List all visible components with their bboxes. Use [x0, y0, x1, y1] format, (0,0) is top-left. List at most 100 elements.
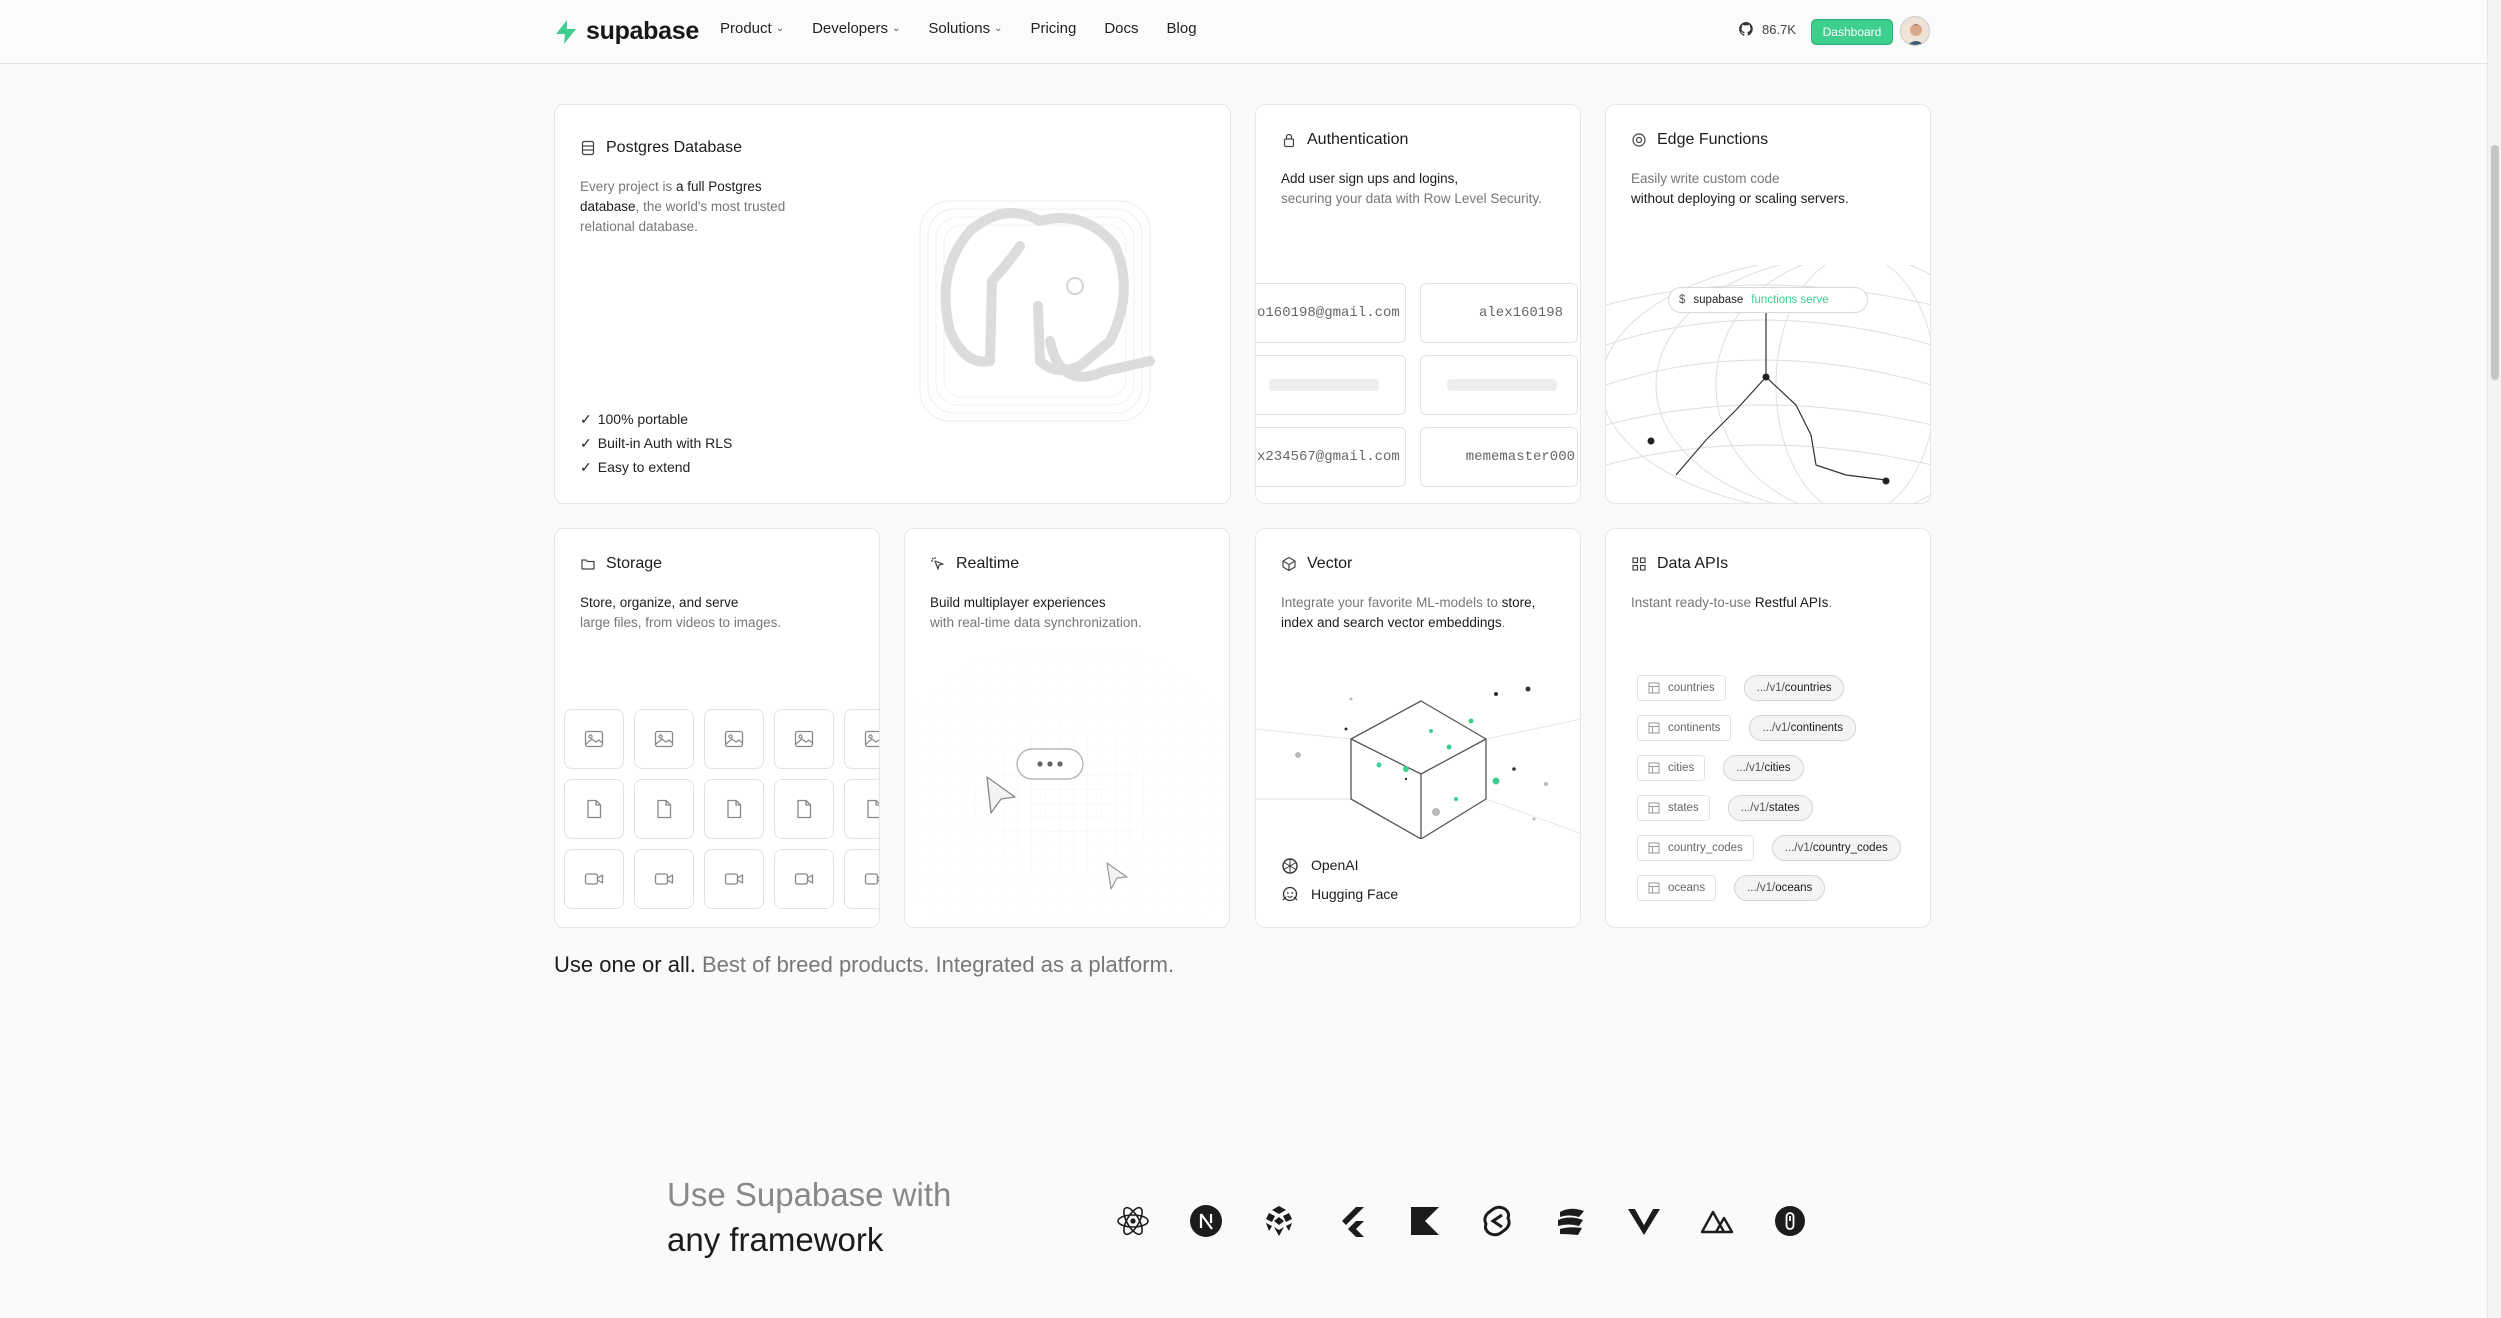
flutter-icon[interactable]	[1334, 1203, 1370, 1239]
api-row: cities .../v1/cities	[1606, 755, 1930, 781]
api-endpoint-name: continents	[1790, 722, 1843, 734]
card-vector[interactable]: Vector Integrate your favorite ML-models…	[1255, 528, 1581, 928]
api-icon	[1632, 557, 1646, 571]
desc-highlight: without deploying or scaling servers.	[1631, 191, 1849, 206]
card-storage[interactable]: Storage Store, organize, and serve large…	[554, 528, 880, 928]
redwood-icon[interactable]	[1261, 1203, 1297, 1239]
api-endpoint-pill: .../v1/states	[1727, 795, 1813, 821]
file-icon	[797, 799, 812, 819]
realtime-cursor-icon	[931, 557, 944, 570]
card-authentication[interactable]: Authentication Add user sign ups and log…	[1255, 104, 1581, 504]
storage-file-tile	[844, 779, 879, 839]
api-endpoint-pill: .../v1/continents	[1749, 715, 1856, 741]
edge-command-pill: $ supabase functions serve	[1668, 287, 1868, 313]
card-edge-title: Edge Functions	[1657, 131, 1769, 148]
image-icon	[584, 730, 604, 748]
react-icon[interactable]	[1115, 1203, 1151, 1239]
nav-solutions[interactable]: Solutions ⌄	[928, 20, 1002, 37]
avatar-image	[1901, 17, 1929, 45]
provider-item: OpenAI	[1281, 851, 1398, 880]
desc-part: , the world's most trusted	[635, 199, 786, 214]
nuxt-icon[interactable]	[1699, 1203, 1735, 1239]
desc-part: large files, from videos to images.	[580, 615, 782, 630]
table-icon	[1648, 682, 1660, 694]
top-nav: supabase Product ⌄ Developers ⌄ Solutions ⌄…	[0, 0, 2487, 64]
api-row: country_codes .../v1/country_codes	[1606, 835, 1930, 861]
desc-part: securing your data with Row Level Securi…	[1281, 191, 1542, 206]
card-vector-title: Vector	[1307, 555, 1353, 572]
card-postgres-desc: Every project is a full Postgres databas…	[580, 177, 820, 237]
card-postgres[interactable]: Postgres Database Every project is a ful…	[554, 104, 1231, 504]
provider-label: OpenAI	[1311, 857, 1359, 873]
tagline-strong: Use one or all.	[554, 952, 696, 977]
vue-icon[interactable]	[1626, 1203, 1662, 1239]
desc-highlight: a full Postgres	[676, 179, 762, 194]
video-icon	[794, 873, 814, 885]
video-icon	[654, 873, 674, 885]
storage-file-tile	[564, 779, 624, 839]
card-edge-functions[interactable]: Edge Functions Easily write custom code …	[1605, 104, 1931, 504]
api-table-name: cities	[1668, 762, 1695, 774]
api-endpoint-pill: .../v1/oceans	[1734, 875, 1826, 901]
card-data-apis[interactable]: Data APIs Instant ready-to-use Restful A…	[1605, 528, 1931, 928]
nav-pricing[interactable]: Pricing	[1030, 20, 1076, 37]
tagline-rest: Best of breed products. Integrated as a …	[695, 952, 1175, 977]
nextjs-logo	[1190, 1205, 1222, 1237]
api-endpoint-pill: .../v1/cities	[1723, 755, 1804, 781]
table-icon	[1648, 802, 1660, 814]
api-table-name: continents	[1668, 722, 1721, 734]
image-icon	[794, 730, 814, 748]
vector-cube-illustration	[1256, 686, 1580, 839]
api-endpoint-prefix: .../v1/	[1736, 762, 1765, 774]
auth-user-email: x234567@gmail.com	[1256, 427, 1406, 487]
redwood-logo	[1266, 1206, 1292, 1236]
card-realtime[interactable]: Realtime Build multiplayer experiences w…	[904, 528, 1230, 928]
dashboard-button[interactable]: Dashboard	[1811, 19, 1893, 45]
folder-icon	[581, 559, 595, 570]
nav-blog[interactable]: Blog	[1167, 20, 1197, 37]
card-auth-title: Authentication	[1307, 131, 1409, 148]
cmd-name: supabase	[1693, 294, 1744, 306]
scrollbar-thumb[interactable]	[2491, 145, 2499, 380]
vue-logo	[1628, 1209, 1660, 1235]
api-endpoint-name: cities	[1764, 762, 1791, 774]
refine-icon[interactable]	[1772, 1203, 1808, 1239]
cmd-prefix: $	[1679, 294, 1686, 306]
svelte-icon[interactable]	[1480, 1203, 1516, 1239]
card-apis-desc: Instant ready-to-use Restful APIs.	[1631, 593, 1930, 613]
postgres-elephant-illustration	[919, 200, 1155, 422]
api-endpoint-pill: .../v1/country_codes	[1771, 835, 1901, 861]
card-apis-title: Data APIs	[1657, 555, 1729, 572]
api-table-chip: oceans	[1637, 875, 1717, 901]
storage-video-tile	[564, 849, 624, 909]
nav-developers-label: Developers	[812, 20, 888, 37]
brand-name: supabase	[586, 17, 699, 45]
provider-label: Hugging Face	[1311, 886, 1399, 902]
brand-logo[interactable]: supabase	[554, 17, 699, 46]
solidjs-icon[interactable]	[1553, 1203, 1589, 1239]
desc-highlight: store,	[1501, 595, 1536, 610]
user-avatar[interactable]	[1900, 16, 1930, 46]
card-storage-desc: Store, organize, and serve large files, …	[580, 593, 879, 633]
storage-video-tile	[634, 849, 694, 909]
storage-image-tile	[844, 709, 879, 769]
github-stars-link[interactable]: 86.7K	[1738, 21, 1796, 37]
solidjs-logo	[1558, 1208, 1584, 1235]
image-icon	[654, 730, 674, 748]
nav-links: Product ⌄ Developers ⌄ Solutions ⌄ Pricing …	[720, 20, 1197, 37]
desc-part: Every project is	[580, 179, 677, 194]
vector-provider-list: OpenAI Hugging Face	[1281, 851, 1398, 909]
lock-icon	[1283, 133, 1295, 148]
kotlin-icon[interactable]	[1407, 1203, 1443, 1239]
desc-highlight: Store, organize, and serve	[580, 595, 739, 610]
video-icon	[584, 873, 604, 885]
api-table-chip: country_codes	[1637, 835, 1754, 861]
nav-docs[interactable]: Docs	[1104, 20, 1138, 37]
nextjs-icon[interactable]	[1188, 1203, 1224, 1239]
nav-product[interactable]: Product ⌄	[720, 20, 784, 37]
api-row: continents .../v1/continents	[1606, 715, 1930, 741]
api-endpoint-prefix: .../v1/	[1784, 842, 1813, 854]
page-scrollbar[interactable]	[2487, 0, 2501, 1318]
api-endpoint-name: states	[1768, 802, 1800, 814]
nav-developers[interactable]: Developers ⌄	[812, 20, 900, 37]
